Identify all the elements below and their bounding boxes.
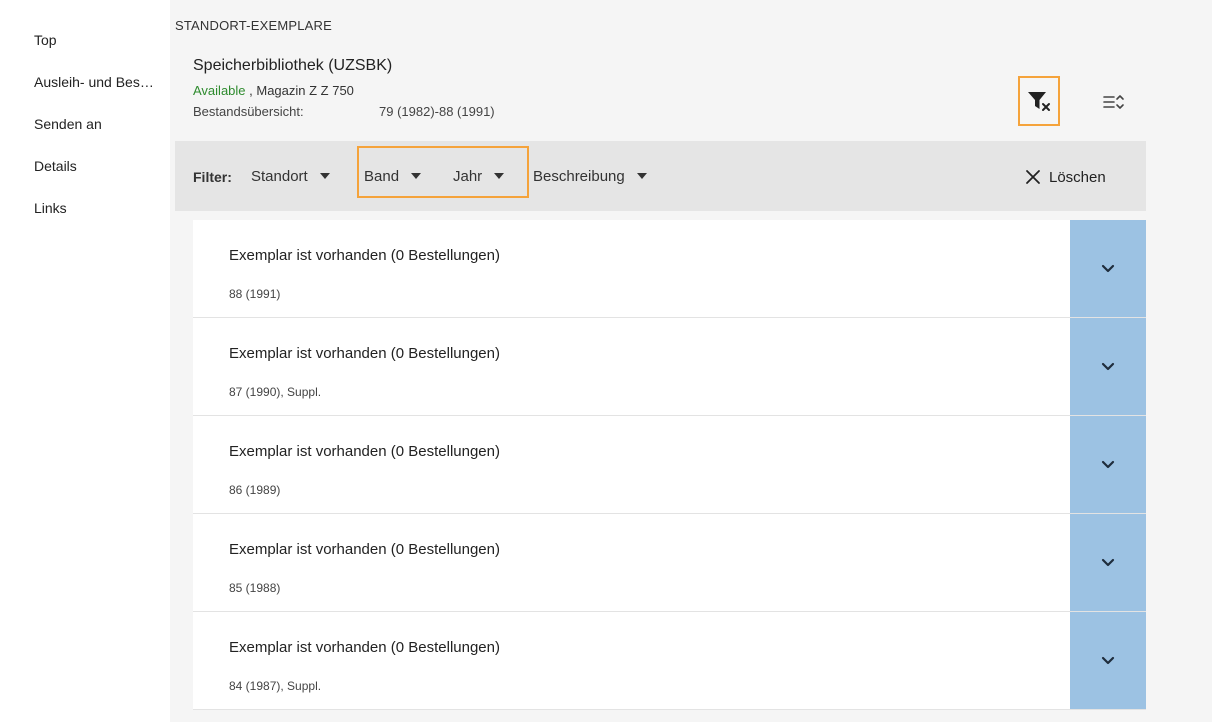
section-title: STANDORT-EXEMPLARE [175,18,332,33]
clear-filters-label: Löschen [1049,168,1106,186]
filter-label: Filter: [193,169,232,185]
filter-clear-icon [1028,92,1050,111]
chevron-down-icon [1101,264,1115,272]
item-description: 85 (1988) [229,581,281,595]
sidebar-item-top[interactable]: Top [34,32,57,48]
filter-dropdown-band[interactable]: Band [364,165,422,187]
sidebar-item-ausleih[interactable]: Ausleih- und Bes… [34,74,154,90]
filter-clear-button[interactable] [1018,76,1060,126]
expand-button[interactable] [1070,416,1146,513]
filter-dropdown-label: Beschreibung [533,167,625,185]
sidebar-item-details[interactable]: Details [34,158,77,174]
sort-button[interactable] [1096,84,1132,120]
sidebar: Top Ausleih- und Bes… Senden an Details … [0,0,170,722]
caret-down-icon [319,173,330,179]
expand-button[interactable] [1070,318,1146,415]
chevron-down-icon [1101,656,1115,664]
list-item: Exemplar ist vorhanden (0 Bestellungen) … [193,318,1146,416]
item-status: Exemplar ist vorhanden (0 Bestellungen) [229,639,500,656]
list-item: Exemplar ist vorhanden (0 Bestellungen) … [193,612,1146,710]
holdings-line: Bestandsübersicht: 79 (1982)-88 (1991) [193,104,495,119]
item-description: 86 (1989) [229,483,281,497]
availability-line: Available , Magazin Z Z 750 [193,83,354,98]
filter-dropdown-label: Band [364,167,400,185]
filter-dropdown-label: Standort [251,167,308,185]
item-description: 84 (1987), Suppl. [229,679,322,693]
filter-dropdown-jahr[interactable]: Jahr [453,165,505,187]
item-status: Exemplar ist vorhanden (0 Bestellungen) [229,247,500,264]
location-shelf: , Magazin Z Z 750 [245,83,354,98]
caret-down-icon [494,173,505,179]
item-description: 87 (1990), Suppl. [229,385,322,399]
filter-bar: Filter: Standort Band Jahr Beschreibung … [175,141,1146,211]
list-item: Exemplar ist vorhanden (0 Bestellungen) … [193,514,1146,612]
filter-dropdown-beschreibung[interactable]: Beschreibung [533,165,647,187]
item-status: Exemplar ist vorhanden (0 Bestellungen) [229,443,500,460]
filter-dropdown-label: Jahr [453,167,483,185]
library-name: Speicherbibliothek (UZSBK) [193,57,393,74]
sidebar-item-senden-an[interactable]: Senden an [34,116,102,132]
expand-button[interactable] [1070,514,1146,611]
chevron-down-icon [1101,558,1115,566]
chevron-down-icon [1101,362,1115,370]
holdings-label: Bestandsübersicht: [193,104,304,119]
chevron-down-icon [1101,460,1115,468]
availability-status: Available [193,83,246,98]
list-item: Exemplar ist vorhanden (0 Bestellungen) … [193,220,1146,318]
expand-button[interactable] [1070,612,1146,709]
clear-filters-button[interactable]: Löschen [1025,165,1106,189]
item-description: 88 (1991) [229,287,281,301]
item-status: Exemplar ist vorhanden (0 Bestellungen) [229,345,500,362]
caret-down-icon [636,173,647,179]
caret-down-icon [411,173,422,179]
holdings-value: 79 (1982)-88 (1991) [379,104,495,119]
expand-button[interactable] [1070,220,1146,317]
item-list: Exemplar ist vorhanden (0 Bestellungen) … [193,220,1146,710]
filter-dropdown-standort[interactable]: Standort [251,165,330,187]
sort-icon [1103,95,1124,109]
close-icon [1026,170,1040,184]
sidebar-item-links[interactable]: Links [34,200,67,216]
list-item: Exemplar ist vorhanden (0 Bestellungen) … [193,416,1146,514]
item-status: Exemplar ist vorhanden (0 Bestellungen) [229,541,500,558]
